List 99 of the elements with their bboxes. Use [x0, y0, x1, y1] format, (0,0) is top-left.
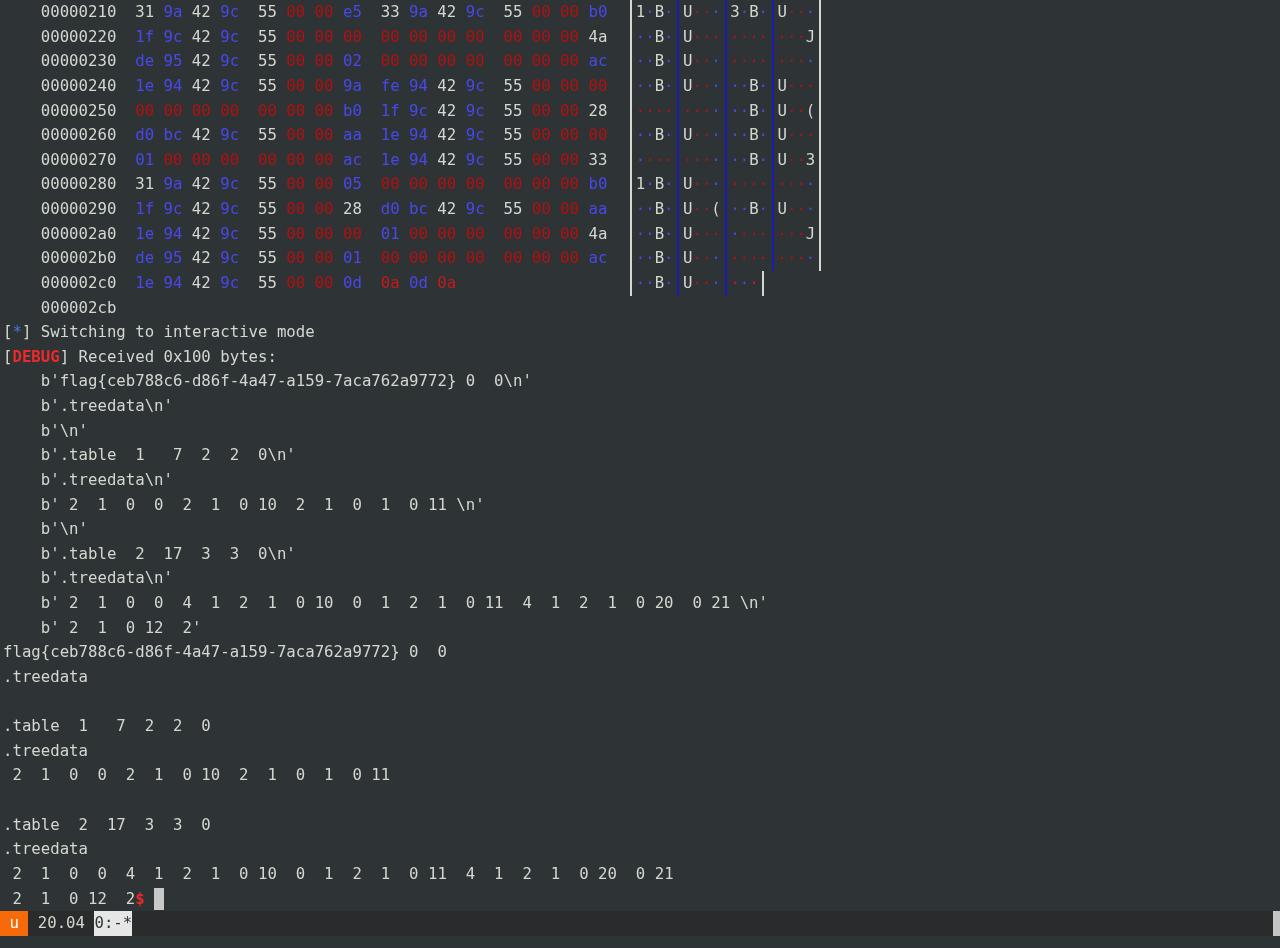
ascii-chars: ··B· — [730, 124, 769, 147]
output-line: .table 1 7 2 2 0 — [3, 715, 211, 738]
ascii-chars: ···· — [683, 99, 721, 122]
ascii-chars: U··· — [683, 247, 721, 270]
hex-offset: 00000230 — [40, 50, 117, 73]
ascii-chars: U··· — [683, 1, 721, 23]
hex-offset: 00000250 — [40, 99, 117, 122]
ascii-chars: ··B· — [635, 198, 674, 220]
output-line: .treedata — [3, 838, 88, 861]
hex-bytes: 31 9a 42 9c 55 00 00 e5 33 9a 42 9c 55 00 00 b0 — [135, 1, 608, 23]
ascii-chars: ···· — [777, 173, 816, 196]
ascii-chars: ···· — [730, 222, 769, 245]
hex-bytes: 1f 9c 42 9c 55 00 00 28 d0 bc 42 9c 55 00 00 aa — [135, 198, 608, 220]
output-line: .treedata — [3, 739, 88, 762]
ascii-chars: ··B· — [635, 25, 674, 48]
ascii-chars: ···· — [730, 173, 769, 196]
cursor-icon — [154, 887, 164, 910]
ascii-chars: U··· — [777, 124, 816, 147]
ascii-chars: U··( — [777, 99, 816, 122]
ascii-chars: ···J — [777, 25, 816, 48]
window-tab[interactable]: 0:-* — [94, 911, 133, 936]
hex-offset: 000002c0 — [40, 271, 117, 294]
ascii-chars: ··B· — [730, 148, 769, 171]
ascii-chars: ···· — [730, 247, 769, 270]
hex-offset: 00000290 — [40, 198, 117, 220]
ascii-chars: U··· — [777, 1, 816, 23]
bytes-line: b' 2 1 0 0 2 1 0 10 2 1 0 1 0 11 \n' — [40, 493, 485, 516]
hex-bytes: 01 00 00 00 00 00 00 ac 1e 94 42 9c 55 00 00 33 — [135, 148, 608, 171]
log-line: [DEBUG] Received 0x100 bytes: — [3, 345, 277, 368]
ascii-chars: ··B· — [635, 124, 674, 147]
session-badge: u — [0, 911, 29, 936]
hex-offset: 00000210 — [40, 1, 117, 23]
ascii-chars: ··B· — [635, 74, 674, 97]
hex-bytes: d0 bc 42 9c 55 00 00 aa 1e 94 42 9c 55 00 00 00 — [135, 124, 608, 147]
ascii-chars: ··B· — [635, 247, 674, 270]
hex-offset: 00000280 — [40, 173, 117, 196]
hex-offset: 000002cb — [40, 296, 117, 319]
ascii-chars: 1·B· — [635, 173, 674, 196]
ascii-chars: U··· — [777, 198, 816, 220]
hex-bytes: 1e 94 42 9c 55 00 00 0d 0a 0d 0a — [135, 271, 457, 294]
ascii-chars: 3·B· — [730, 1, 769, 23]
ascii-chars: ···· — [730, 25, 769, 48]
hex-offset: 000002a0 — [40, 222, 117, 245]
ascii-chars: ··B· — [635, 222, 674, 245]
ascii-chars: ···J — [777, 222, 816, 245]
ascii-chars: ···· — [683, 148, 721, 171]
ascii-chars: ···· — [730, 50, 769, 73]
ascii-chars: ···· — [635, 148, 674, 171]
ascii-chars: ··B· — [730, 74, 769, 97]
ascii-chars: U··3 — [777, 148, 816, 171]
hex-bytes: 00 00 00 00 00 00 00 b0 1f 9c 42 9c 55 00 00 28 — [135, 99, 608, 122]
ascii-chars: U··· — [683, 173, 721, 196]
bytes-line: b'.treedata\n' — [40, 395, 173, 417]
hex-bytes: 1e 94 42 9c 55 00 00 9a fe 94 42 9c 55 00 00 00 — [135, 74, 608, 97]
hex-offset: 00000260 — [40, 124, 117, 147]
ascii-chars: U··· — [683, 50, 721, 73]
hex-offset: 000002b0 — [40, 247, 117, 270]
output-line: .table 2 17 3 3 0 — [3, 813, 211, 836]
ascii-chars: ··· — [730, 271, 759, 294]
log-line: [*] Switching to interactive mode — [3, 321, 315, 344]
output-line: flag{ceb788c6-d86f-4a47-a159-7aca762a9772} 0 0 — [3, 641, 447, 664]
hex-bytes: de 95 42 9c 55 00 00 01 00 00 00 00 00 00 00 ac — [135, 247, 608, 270]
ascii-chars: ··B· — [635, 271, 674, 294]
hex-bytes: 1e 94 42 9c 55 00 00 00 01 00 00 00 00 00 00 4a — [135, 222, 608, 245]
bytes-line: b' 2 1 0 12 2' — [40, 616, 202, 639]
hex-offset: 00000270 — [40, 148, 117, 171]
ascii-chars: U··· — [683, 124, 721, 147]
bytes-line: b'\n' — [40, 518, 88, 541]
bytes-line: b'.table 1 7 2 2 0\n' — [40, 444, 296, 467]
bytes-line: b'.treedata\n' — [40, 567, 173, 590]
ascii-chars: ···· — [777, 50, 816, 73]
ascii-chars: ···· — [777, 247, 816, 270]
ascii-chars: U··· — [683, 271, 721, 294]
hex-bytes: de 95 42 9c 55 00 00 02 00 00 00 00 00 00 00 ac — [135, 50, 608, 73]
ascii-chars: ··B· — [730, 99, 769, 122]
ascii-chars: U··· — [683, 222, 721, 245]
bytes-line: b'flag{ceb788c6-d86f-4a47-a159-7aca762a9772} 0 0\n' — [40, 370, 532, 393]
hex-offset: 00000220 — [40, 25, 117, 48]
ascii-chars: U··· — [683, 25, 721, 48]
ascii-chars: ··B· — [730, 198, 769, 220]
bytes-line: b'.table 2 17 3 3 0\n' — [40, 542, 296, 565]
ascii-chars: ···· — [635, 99, 674, 122]
bytes-line: b'.treedata\n' — [40, 468, 173, 491]
status-text: 20.04 — [37, 912, 85, 935]
output-line: 2 1 0 0 2 1 0 10 2 1 0 1 0 11 — [11, 764, 391, 787]
ascii-chars: ··B· — [635, 50, 674, 73]
hex-offset: 00000240 — [40, 74, 117, 97]
output-line: .treedata — [3, 665, 88, 688]
status-segment — [1273, 911, 1280, 936]
prompt-line: 2 1 0 12 2$ — [11, 887, 145, 910]
ascii-chars: U··· — [777, 74, 816, 97]
ascii-chars: 1·B· — [635, 1, 674, 23]
ascii-chars: U··· — [683, 74, 721, 97]
bytes-line: b'\n' — [40, 419, 88, 442]
hex-bytes: 31 9a 42 9c 55 00 00 05 00 00 00 00 00 00 00 b0 — [135, 173, 608, 196]
bytes-line: b' 2 1 0 0 4 1 2 1 0 10 0 1 2 1 0 11 4 1 2 1 0 20 0 21 \n' — [40, 592, 768, 614]
hex-bytes: 1f 9c 42 9c 55 00 00 00 00 00 00 00 00 00 00 4a — [135, 25, 608, 48]
output-line: 2 1 0 0 4 1 2 1 0 10 0 1 2 1 0 11 4 1 2 1 0 20 0 21 — [11, 862, 674, 885]
ascii-chars: U··( — [683, 198, 721, 220]
